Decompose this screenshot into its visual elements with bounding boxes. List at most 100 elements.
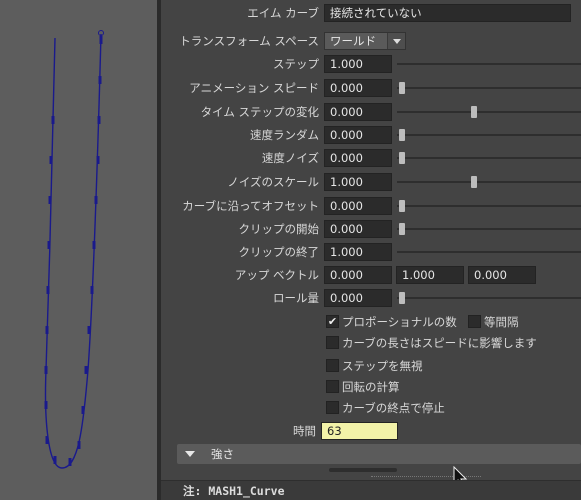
curve-instance-marker — [45, 436, 49, 444]
note-text: 注: MASH1_Curve — [183, 484, 285, 498]
clip-end-field[interactable]: 1.000 — [324, 243, 392, 261]
time-step-variation-slider-thumb[interactable] — [471, 106, 477, 118]
proportional-row: ✔ プロポーショナルの数 等間隔 — [161, 313, 581, 331]
curve-instance-marker — [84, 366, 88, 374]
clip-end-slider-track[interactable] — [397, 251, 581, 253]
up-vector-z-field[interactable]: 0.000 — [468, 266, 536, 284]
animation-speed-slider-track[interactable] — [397, 87, 581, 89]
calculate-rotation-label: 回転の計算 — [342, 380, 400, 394]
time-row: 時間 63 — [161, 421, 581, 441]
proportional-checkbox[interactable]: ✔ — [326, 315, 339, 328]
ignore-step-row: ステップを無視 — [161, 357, 581, 375]
speed-noise-field[interactable]: 0.000 — [324, 149, 392, 167]
equal-spacing-checkbox[interactable] — [468, 315, 481, 328]
curve-instance-marker — [81, 406, 85, 414]
time-step-variation-field[interactable]: 0.000 — [324, 103, 392, 121]
roll-field[interactable]: 0.000 — [324, 289, 392, 307]
equal-spacing-label: 等間隔 — [484, 315, 519, 329]
clip-start-row: クリップの開始 0.000 — [161, 219, 581, 239]
transform-space-value: ワールド — [330, 34, 376, 48]
time-field[interactable]: 63 — [321, 422, 398, 440]
noise-scale-label: ノイズのスケール — [227, 175, 319, 189]
speed-noise-slider-track[interactable] — [397, 157, 581, 159]
strength-section-header[interactable]: 強さ — [177, 444, 581, 464]
curve-instance-marker — [97, 116, 101, 124]
offset-along-curve-slider-track[interactable] — [397, 205, 581, 207]
offset-along-curve-slider-thumb[interactable] — [399, 200, 405, 212]
proportional-label: プロポーショナルの数 — [342, 315, 457, 329]
ignore-step-checkbox[interactable] — [326, 359, 339, 372]
step-label: ステップ — [273, 57, 319, 71]
animation-speed-slider-thumb[interactable] — [399, 82, 405, 94]
offset-along-curve-field[interactable]: 0.000 — [324, 197, 392, 215]
resize-handle[interactable] — [329, 468, 397, 472]
curve-instance-marker — [51, 116, 55, 124]
clip-start-label: クリップの開始 — [238, 222, 320, 236]
speed-random-slider-thumb[interactable] — [399, 129, 405, 141]
viewport-3d[interactable] — [0, 0, 157, 500]
time-label: 時間 — [293, 424, 316, 438]
note-bar: 注: MASH1_Curve — [161, 480, 581, 500]
up-vector-row: アップ ベクトル 0.000 1.000 0.000 — [161, 265, 581, 285]
curve-instance-marker — [77, 441, 81, 449]
speed-noise-label: 速度ノイズ — [261, 151, 319, 165]
noise-scale-field[interactable]: 1.000 — [324, 173, 392, 191]
stop-at-end-label: カーブの終点で停止 — [342, 401, 445, 415]
clip-start-field[interactable]: 0.000 — [324, 220, 392, 238]
noise-scale-row: ノイズのスケール 1.000 — [161, 172, 581, 192]
roll-row: ロール量 0.000 — [161, 288, 581, 308]
curve-instance-marker — [99, 36, 103, 44]
collapse-triangle-icon — [185, 451, 195, 457]
strength-section-title: 強さ — [211, 447, 234, 461]
curve-instance-marker — [87, 326, 91, 334]
attribute-editor: エイム カーブ 接続されていない トランスフォーム スペース ワールド ステップ… — [161, 0, 581, 500]
up-vector-x-field[interactable]: 0.000 — [324, 266, 392, 284]
curve-instance-marker — [44, 401, 48, 409]
aim-curve-label: エイム カーブ — [247, 6, 319, 20]
step-row: ステップ 1.000 — [161, 54, 581, 74]
curve-instance-marker — [92, 241, 96, 249]
transform-space-row: トランスフォーム スペース ワールド — [161, 31, 581, 51]
ignore-step-label: ステップを無視 — [342, 359, 423, 373]
speed-random-slider-track[interactable] — [397, 134, 581, 136]
noise-scale-slider-track[interactable] — [397, 181, 581, 183]
clip-start-slider-thumb[interactable] — [399, 223, 405, 235]
time-step-variation-slider-track[interactable] — [397, 111, 581, 113]
curve-length-checkbox[interactable] — [326, 336, 339, 349]
speed-random-field[interactable]: 0.000 — [324, 126, 392, 144]
step-field[interactable]: 1.000 — [324, 55, 392, 73]
calculate-rotation-checkbox[interactable] — [326, 380, 339, 393]
offset-along-curve-label: カーブに沿ってオフセット — [182, 199, 319, 213]
offset-along-curve-row: カーブに沿ってオフセット 0.000 — [161, 196, 581, 216]
up-vector-y-field[interactable]: 1.000 — [396, 266, 464, 284]
aim-curve-row: エイム カーブ 接続されていない — [161, 3, 581, 23]
roll-slider-track[interactable] — [397, 297, 581, 299]
speed-random-label: 速度ランダム — [250, 128, 319, 142]
curve-instance-marker — [49, 156, 53, 164]
noise-scale-slider-thumb[interactable] — [471, 176, 477, 188]
clip-end-label: クリップの終了 — [238, 245, 320, 259]
speed-noise-row: 速度ノイズ 0.000 — [161, 148, 581, 168]
curve-instance-marker — [48, 196, 52, 204]
curve-instance-marker — [98, 76, 102, 84]
curve-length-row: カーブの長さはスピードに影響します — [161, 334, 581, 352]
transform-space-dropdown[interactable]: ワールド — [324, 32, 406, 50]
clip-end-row: クリップの終了 1.000 — [161, 242, 581, 262]
step-slider-track[interactable] — [397, 63, 581, 65]
speed-noise-slider-thumb[interactable] — [399, 152, 405, 164]
roll-slider-thumb[interactable] — [399, 292, 405, 304]
time-step-variation-label: タイム ステップの変化 — [200, 105, 319, 119]
curve-instance-marker — [44, 366, 48, 374]
chevron-down-icon — [387, 33, 405, 49]
stop-at-end-checkbox[interactable] — [326, 401, 339, 414]
animation-speed-label: アニメーション スピード — [189, 81, 319, 95]
curve-instance-marker — [45, 326, 49, 334]
curve-instance-marker — [96, 156, 100, 164]
speed-random-row: 速度ランダム 0.000 — [161, 125, 581, 145]
curve-instance-marker — [46, 286, 50, 294]
aim-curve-field[interactable]: 接続されていない — [324, 4, 571, 22]
curve-instance-marker — [53, 456, 57, 464]
stop-at-end-row: カーブの終点で停止 — [161, 399, 581, 417]
animation-speed-field[interactable]: 0.000 — [324, 79, 392, 97]
clip-start-slider-track[interactable] — [397, 228, 581, 230]
